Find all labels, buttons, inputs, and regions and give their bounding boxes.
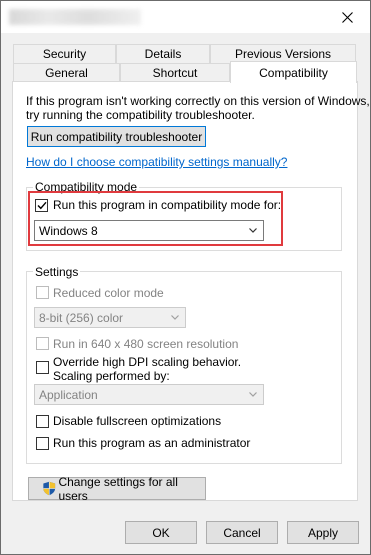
fullscreen-opt-checkbox[interactable]: [36, 415, 49, 428]
fullscreen-opt-label[interactable]: Disable fullscreen optimizations: [53, 414, 221, 428]
tab-label: Previous Versions: [234, 47, 332, 61]
chevron-down-icon: [249, 392, 257, 397]
tab-label: Details: [144, 47, 182, 61]
resolution-label: Run in 640 x 480 screen resolution: [53, 337, 239, 351]
button-label: Apply: [307, 525, 339, 540]
chevron-down-icon: [171, 315, 179, 320]
change-settings-all-users-button[interactable]: Change settings for all users: [28, 474, 206, 503]
apply-button[interactable]: Apply: [287, 521, 359, 544]
button-label: Cancel: [223, 525, 261, 540]
run-as-admin-checkbox[interactable]: [36, 437, 49, 450]
os-select[interactable]: Windows 8: [34, 220, 264, 241]
settings-legend: Settings: [33, 265, 81, 279]
properties-dialog: Security Details Previous Versions Gener…: [0, 0, 371, 555]
tab-label: Compatibility: [259, 65, 328, 80]
dpi-override-label-line1[interactable]: Override high DPI scaling behavior.: [53, 355, 241, 369]
reduced-color-checkbox[interactable]: [36, 286, 49, 299]
intro-text-line1: If this program isn't working correctly …: [26, 94, 370, 108]
color-depth-value: 8-bit (256) color: [39, 310, 124, 325]
title-bar: [1, 1, 370, 33]
tab-label: General: [45, 66, 88, 80]
dpi-scaling-select[interactable]: Application: [34, 384, 264, 405]
intro-text-line2: try running the compatibility troublesho…: [26, 108, 255, 122]
help-link[interactable]: How do I choose compatibility settings m…: [26, 155, 287, 169]
tab-details[interactable]: Details: [116, 44, 210, 63]
compat-mode-label[interactable]: Run this program in compatibility mode f…: [53, 198, 281, 212]
blurred-title: [9, 9, 141, 25]
dpi-scaling-value: Application: [39, 387, 98, 402]
shield-icon: [43, 481, 56, 496]
run-as-admin-label[interactable]: Run this program as an administrator: [53, 436, 250, 450]
color-depth-select[interactable]: 8-bit (256) color: [34, 307, 186, 328]
dpi-override-checkbox[interactable]: [36, 361, 49, 374]
compat-mode-checkbox[interactable]: [35, 199, 48, 212]
button-label: Change settings for all users: [58, 474, 178, 503]
resolution-checkbox[interactable]: [36, 337, 49, 350]
ok-button[interactable]: OK: [125, 521, 197, 544]
button-label: Run compatibility troubleshooter: [30, 129, 203, 144]
close-icon: [341, 11, 353, 23]
tab-label: Security: [42, 47, 87, 61]
checkmark-icon: [37, 201, 47, 210]
tab-shortcut[interactable]: Shortcut: [120, 63, 230, 82]
tab-compatibility[interactable]: Compatibility: [230, 61, 357, 83]
close-button[interactable]: [324, 1, 370, 33]
run-troubleshooter-button[interactable]: Run compatibility troubleshooter: [27, 126, 206, 147]
chevron-down-icon: [249, 228, 257, 233]
tab-security[interactable]: Security: [13, 44, 116, 63]
button-label: OK: [152, 525, 170, 540]
tab-general[interactable]: General: [13, 63, 120, 82]
reduced-color-label: Reduced color mode: [53, 286, 164, 300]
tab-label: Shortcut: [152, 66, 198, 80]
dpi-override-label-line2: Scaling performed by:: [53, 369, 170, 383]
cancel-button[interactable]: Cancel: [206, 521, 278, 544]
os-select-value: Windows 8: [39, 223, 98, 238]
